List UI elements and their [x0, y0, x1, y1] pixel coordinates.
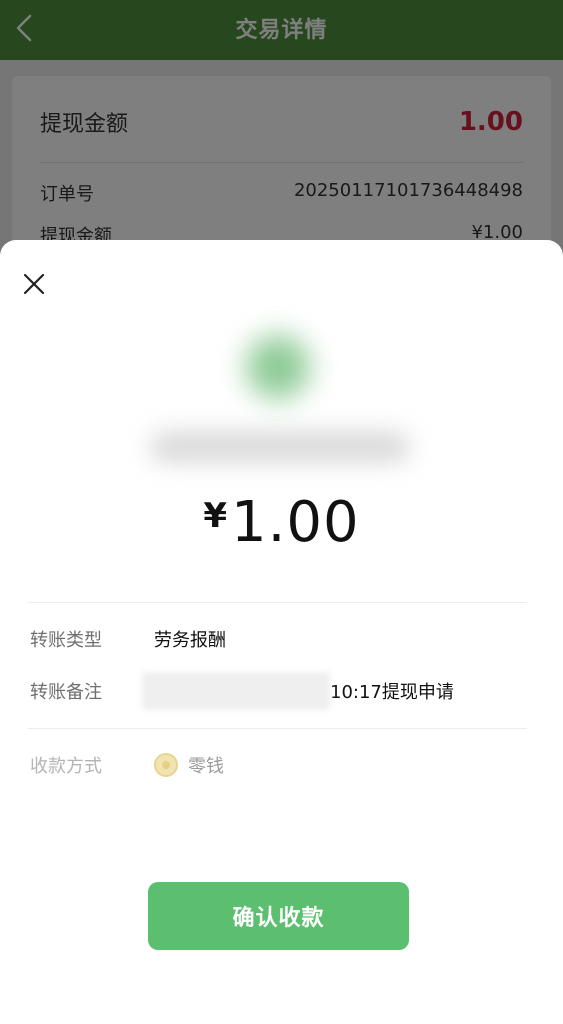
amount-value: 1.00 [230, 490, 360, 555]
currency-symbol: ¥ [203, 496, 227, 536]
payer-name-blurred [150, 432, 410, 462]
transfer-type-label: 转账类型 [30, 630, 102, 651]
transfer-remark-row: 转账备注 10:17提现申请 [30, 672, 533, 710]
payment-method-label: 收款方式 [30, 756, 102, 777]
transfer-remark-label: 转账备注 [30, 682, 102, 703]
payment-method-value: 零钱 [188, 756, 224, 777]
payment-method-row[interactable]: 收款方式 零钱 [30, 750, 533, 780]
divider [28, 728, 527, 729]
transfer-remark-value: 10:17提现申请 [330, 682, 454, 703]
transfer-amount: ¥1.00 [0, 490, 563, 555]
coin-icon [154, 753, 178, 777]
transfer-type-row: 转账类型 劳务报酬 [30, 624, 533, 654]
divider [28, 602, 527, 603]
payer-avatar [246, 335, 310, 399]
remark-blurred-part [142, 672, 330, 710]
close-icon[interactable] [20, 270, 48, 298]
transfer-type-value: 劳务报酬 [154, 630, 226, 651]
confirm-receipt-button[interactable]: 确认收款 [148, 882, 409, 950]
confirm-receipt-sheet: ¥1.00 转账类型 劳务报酬 转账备注 10:17提现申请 收款方式 零钱 确… [0, 240, 563, 1024]
